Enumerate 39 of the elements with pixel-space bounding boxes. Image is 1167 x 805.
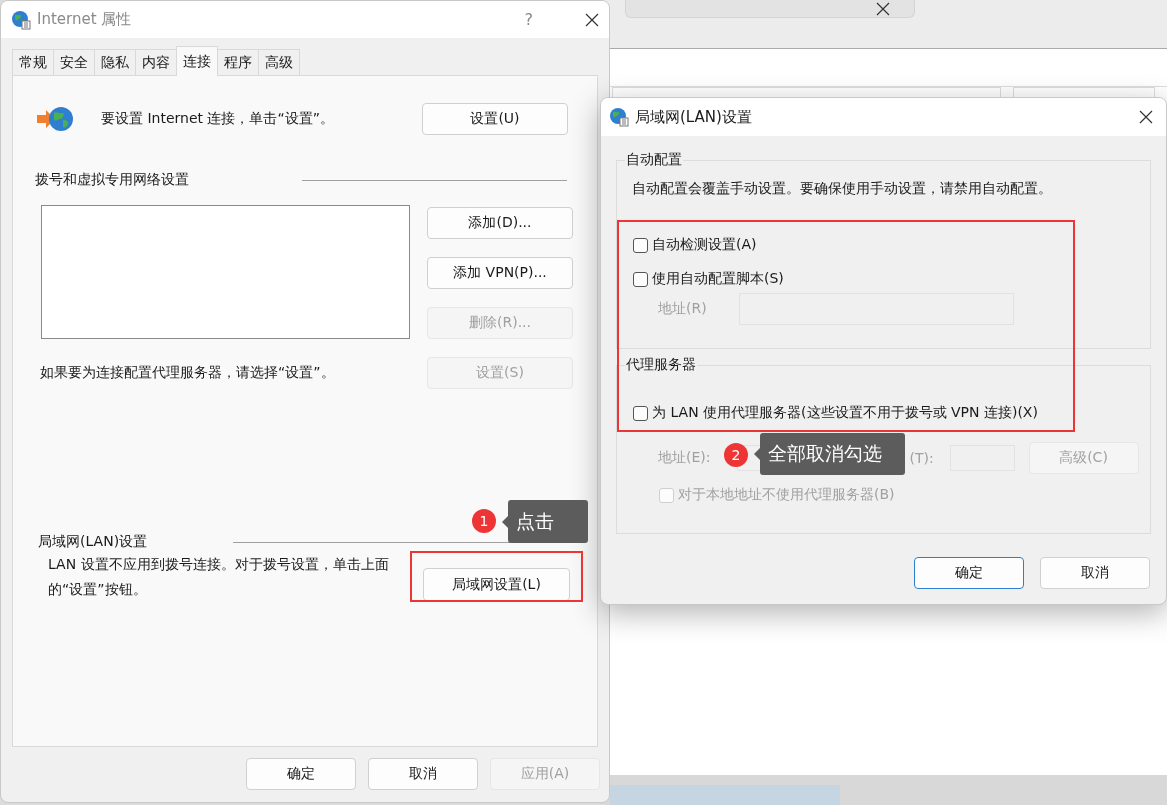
dialog-button[interactable]: 确定 [246, 758, 356, 790]
section-heading: 局域网(LAN)设置 [38, 533, 148, 551]
setup-text: 要设置 Internet 连接，单击“设置”。 [101, 110, 334, 128]
checkbox[interactable] [633, 271, 648, 287]
section-heading: 拨号和虚拟专用网络设置 [35, 171, 189, 189]
close-icon[interactable] [876, 1, 890, 16]
window-title: 局域网(LAN)设置 [635, 107, 753, 127]
dialog-button[interactable]: 取消 [1040, 557, 1150, 589]
checkbox-label[interactable]: 使用自动配置脚本(S) [652, 270, 784, 288]
proxy-hint: 如果要为连接配置代理服务器，请选择“设置”。 [40, 364, 336, 382]
field-label: (T): [909, 450, 935, 466]
tab[interactable]: 连接 [176, 46, 218, 76]
field-label: 地址(R) [658, 300, 707, 318]
tab[interactable]: 常规 [12, 49, 54, 75]
setup-button[interactable]: 设置(U) [422, 103, 568, 135]
group-heading: 自动配置 [625, 151, 683, 169]
dialup-button[interactable]: 添加(D)... [427, 207, 573, 239]
field-label: 地址(E): [658, 449, 711, 467]
dialog-button[interactable]: 确定 [914, 557, 1024, 589]
lan-description: LAN 设置不应用到拨号连接。对于拨号设置，单击上面的“设置”按钮。 [48, 555, 390, 599]
close-icon[interactable] [585, 12, 599, 27]
auto-config-description: 自动配置会覆盖手动设置。要确保使用手动设置，请禁用自动配置。 [632, 180, 1053, 198]
lan-settings-button[interactable]: 局域网设置(L) [423, 568, 570, 601]
tab[interactable]: 高级 [258, 49, 300, 75]
connection-list[interactable] [41, 205, 410, 339]
close-icon[interactable] [1139, 110, 1153, 124]
checkbox[interactable] [633, 237, 648, 253]
checkbox-label[interactable]: 为 LAN 使用代理服务器(这些设置不用于拨号或 VPN 连接)(X) [652, 404, 1038, 422]
checkbox-label[interactable]: 自动检测设置(A) [652, 236, 757, 254]
checkbox[interactable] [633, 405, 648, 421]
dialog-button[interactable]: 取消 [368, 758, 478, 790]
dialup-button[interactable]: 添加 VPN(P)... [427, 257, 573, 289]
callout-tooltip: 全部取消勾选 [760, 433, 905, 475]
window-title: Internet 属性 [37, 10, 133, 29]
callout-tooltip: 点击 [508, 500, 588, 543]
globe-icon [609, 107, 629, 127]
globe-icon [11, 9, 31, 30]
globe-arrow-icon [36, 105, 74, 133]
group-heading: 代理服务器 [625, 356, 697, 374]
